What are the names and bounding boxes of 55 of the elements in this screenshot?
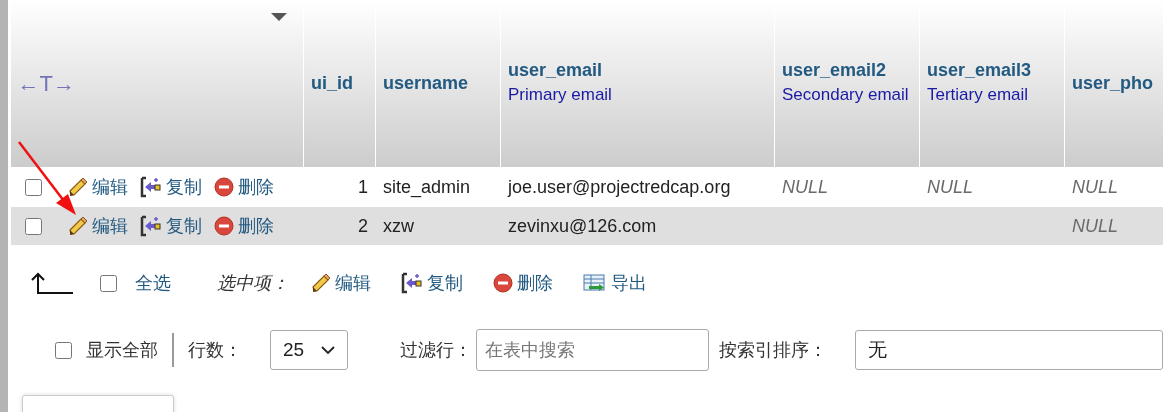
rows-select[interactable]: 25 bbox=[269, 330, 348, 370]
pencil-icon bbox=[311, 273, 331, 293]
column-comment: Tertiary email bbox=[927, 83, 1030, 106]
action-link[interactable]: 复制 bbox=[427, 271, 463, 295]
rows-label: 行数： bbox=[187, 339, 242, 362]
sort-select[interactable]: 无 bbox=[854, 330, 1163, 370]
sort-label: 按索引排序： bbox=[718, 339, 827, 362]
delete-icon bbox=[214, 216, 234, 236]
column-name-link[interactable]: user_pho bbox=[1072, 73, 1163, 94]
action-link[interactable]: 删除 bbox=[238, 175, 274, 199]
action-link[interactable]: 删除 bbox=[238, 214, 274, 238]
column-comment: Secondary email bbox=[782, 83, 910, 106]
column-comment: Primary email bbox=[508, 83, 613, 106]
pencil-icon bbox=[68, 216, 88, 236]
action-link[interactable]: 编辑 bbox=[335, 271, 371, 295]
table-cell: NULL bbox=[927, 176, 974, 197]
column-name-link[interactable]: user_email2 bbox=[782, 59, 912, 81]
table-cell: site_admin bbox=[383, 176, 471, 197]
action-link[interactable]: 复制 bbox=[166, 175, 202, 199]
table-cell: 2 bbox=[358, 215, 368, 236]
table-cell: NULL bbox=[1072, 176, 1119, 197]
row-checkbox[interactable] bbox=[25, 217, 42, 235]
column-name-link[interactable]: ui_id bbox=[311, 73, 368, 94]
table-cell: 1 bbox=[358, 176, 368, 197]
chevron-down-icon bbox=[320, 345, 335, 355]
action-link[interactable]: 复制 bbox=[166, 214, 202, 238]
copy-icon bbox=[401, 272, 423, 294]
copy-icon bbox=[140, 176, 162, 198]
show-all-label: 显示全部 bbox=[86, 339, 158, 362]
filter-label: 过滤行： bbox=[399, 339, 472, 362]
table-cell: xzw bbox=[383, 215, 414, 236]
action-link[interactable]: 编辑 bbox=[92, 214, 128, 238]
copy-icon bbox=[140, 215, 162, 237]
row-checkbox[interactable] bbox=[25, 178, 42, 196]
table-cell: joe.user@projectredcap.org bbox=[508, 176, 731, 197]
export-icon bbox=[583, 273, 607, 293]
delete-icon bbox=[214, 177, 234, 197]
caret-icon[interactable] bbox=[270, 12, 288, 22]
column-name-link[interactable]: username bbox=[383, 73, 493, 94]
action-link[interactable]: 删除 bbox=[517, 271, 553, 295]
delete-icon bbox=[493, 273, 513, 293]
with-selected-label: 选中项： bbox=[217, 272, 289, 295]
column-name-link[interactable]: user_email bbox=[508, 59, 767, 81]
select-all-checkbox[interactable] bbox=[100, 274, 117, 292]
column-name-link[interactable]: user_email3 bbox=[927, 59, 1057, 81]
corner-arrow-icon bbox=[30, 272, 74, 294]
filter-field[interactable]: 在表中搜索 bbox=[475, 329, 709, 371]
table-cell: NULL bbox=[782, 176, 829, 197]
action-link[interactable]: 导出 bbox=[611, 271, 647, 295]
pencil-icon bbox=[68, 177, 88, 197]
table-cell: zevinxu@126.com bbox=[508, 215, 657, 236]
select-all-link[interactable]: 全选 bbox=[135, 271, 171, 295]
show-all-checkbox[interactable] bbox=[55, 341, 72, 359]
table-cell: NULL bbox=[1072, 215, 1119, 236]
action-link[interactable]: 编辑 bbox=[92, 175, 128, 199]
